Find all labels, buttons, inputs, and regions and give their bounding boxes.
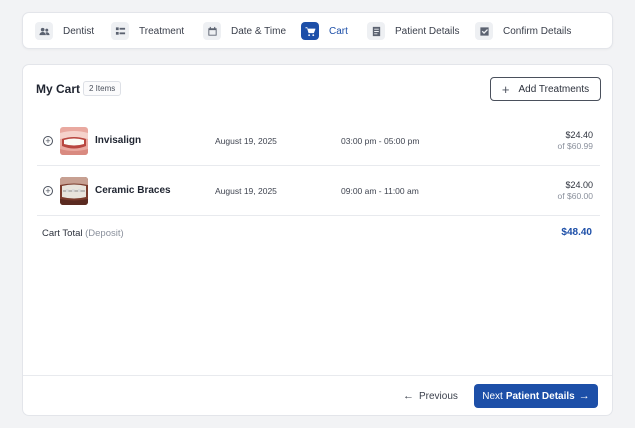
booking-steps: Dentist Treatment Date & Time Cart Patie… [22, 12, 613, 49]
arrow-right-icon: → [578, 390, 590, 402]
next-target: Patient Details [505, 390, 575, 402]
previous-button[interactable]: ← Previous [403, 387, 458, 405]
items-count-badge: 2 Items [83, 81, 122, 96]
next-prefix: Next [482, 390, 503, 402]
item-price: $24.40 of $60.99 [558, 130, 593, 151]
step-label: Cart [329, 25, 348, 37]
cart-card: My Cart 2 Items + Add Treatments + Invis… [22, 64, 613, 416]
step-dentist[interactable]: Dentist [35, 22, 94, 40]
step-cart[interactable]: Cart [301, 22, 348, 40]
deposit-price: $24.00 [565, 180, 593, 190]
arrow-left-icon: ← [403, 390, 414, 402]
checkbox-icon [475, 22, 493, 40]
deposit-price: $24.40 [565, 130, 593, 140]
expand-plus-icon[interactable]: + [43, 136, 53, 146]
treatment-thumbnail [60, 127, 88, 155]
step-confirm-details[interactable]: Confirm Details [475, 22, 571, 40]
step-label: Patient Details [395, 25, 460, 37]
appointment-date: August 19, 2025 [215, 186, 277, 196]
cart-icon [301, 22, 319, 40]
treatment-name: Invisalign [95, 135, 142, 146]
users-icon [35, 22, 53, 40]
cart-total-value: $48.40 [561, 227, 592, 238]
calendar-icon [203, 22, 221, 40]
treatment-name: Ceramic Braces [95, 185, 171, 196]
step-label: Treatment [139, 25, 185, 37]
add-treatments-label: Add Treatments [518, 83, 590, 95]
step-treatment[interactable]: Treatment [111, 22, 184, 40]
list-icon [111, 22, 129, 40]
step-label: Confirm Details [503, 25, 572, 37]
previous-label: Previous [419, 390, 458, 402]
next-patient-details-button[interactable]: Next Patient Details → [474, 384, 598, 408]
plus-icon: + [501, 81, 510, 97]
step-patient-details[interactable]: Patient Details [367, 22, 459, 40]
appointment-time: 09:00 am - 11:00 am [341, 186, 419, 196]
expand-plus-icon[interactable]: + [43, 186, 53, 196]
step-label: Date & Time [231, 25, 287, 37]
appointment-time: 03:00 pm - 05:00 pm [341, 136, 420, 146]
appointment-date: August 19, 2025 [215, 136, 277, 146]
document-icon [367, 22, 385, 40]
cart-total-text: Cart Total [42, 228, 83, 239]
treatment-thumbnail [60, 177, 88, 205]
step-date-time[interactable]: Date & Time [203, 22, 286, 40]
item-price: $24.00 of $60.00 [558, 180, 593, 201]
step-label: Dentist [63, 25, 95, 37]
cart-total-label: Cart Total (Deposit) [42, 228, 124, 239]
cart-item-row: + Invisalign August 19, 2025 03:00 pm - … [37, 116, 600, 166]
full-price: of $60.99 [557, 141, 593, 151]
cart-footer: ← Previous Next Patient Details → [23, 375, 612, 416]
add-treatments-button[interactable]: + Add Treatments [490, 77, 601, 101]
cart-title: My Cart [36, 82, 81, 96]
deposit-note: (Deposit) [85, 228, 124, 239]
cart-item-row: + Ceramic Braces August 19, 2025 09:00 a… [37, 166, 600, 216]
full-price: of $60.00 [557, 191, 593, 201]
